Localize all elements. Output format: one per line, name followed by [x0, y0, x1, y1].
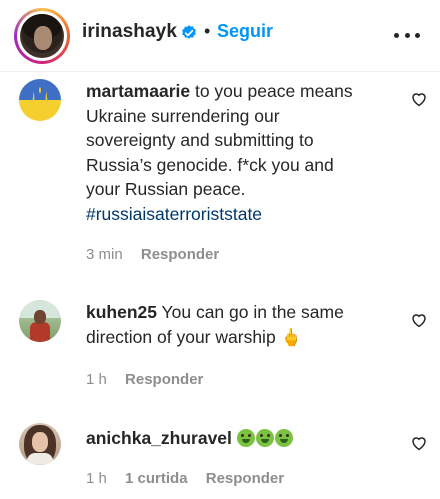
- heart-outline-icon[interactable]: [410, 434, 428, 452]
- comment-text: Ukraine surrendering our: [86, 105, 280, 126]
- more-options-icon[interactable]: [392, 20, 422, 50]
- comment-text: to you peace means: [190, 81, 353, 101]
- comment-text: direction of your warship: [86, 326, 281, 347]
- follow-button[interactable]: Seguir: [217, 21, 273, 42]
- post-header: irinashayk • Seguir: [0, 0, 440, 72]
- commenter-avatar[interactable]: [19, 423, 61, 465]
- middle-finger-emoji: 🖕: [280, 327, 302, 348]
- comment-meta: 1 h Responder: [86, 371, 203, 388]
- reply-button[interactable]: Responder: [206, 470, 284, 487]
- comment-time: 3 min: [86, 246, 123, 263]
- profile-photo: [20, 14, 64, 58]
- comment-text: your Russian peace.: [86, 179, 246, 199]
- heart-outline-icon[interactable]: [410, 90, 428, 108]
- reply-button[interactable]: Responder: [141, 246, 219, 263]
- comment-body: martamaarie to you peace means Ukraine s…: [86, 79, 353, 226]
- header-separator: •: [204, 21, 211, 41]
- hashtag-link[interactable]: #russiaisaterroriststate: [86, 202, 353, 227]
- profile-username[interactable]: irinashayk: [82, 21, 177, 43]
- comment-text: Russia’s genocide. f*ck you and: [86, 154, 334, 175]
- comment-body: anichka_zhuravel 🤮🤮🤮: [86, 426, 294, 452]
- comment-text: You can go in the same: [157, 302, 344, 322]
- comment-meta: 3 min Responder: [86, 246, 219, 263]
- comment-text: sovereignty and submitting to: [86, 130, 314, 150]
- comment-meta: 1 h 1 curtida Responder: [86, 470, 284, 487]
- verified-badge-icon: [182, 25, 196, 39]
- comment-time: 1 h: [86, 371, 107, 388]
- vomiting-face-emoji: 🤮🤮🤮: [236, 429, 294, 449]
- comment-body: kuhen25 You can go in the same direction…: [86, 300, 344, 350]
- comment-author[interactable]: anichka_zhuravel: [86, 428, 232, 448]
- heart-outline-icon[interactable]: [410, 311, 428, 329]
- likes-count[interactable]: 1 curtida: [125, 470, 188, 487]
- commenter-avatar[interactable]: [19, 300, 61, 342]
- profile-avatar[interactable]: [14, 8, 70, 64]
- commenter-avatar[interactable]: [19, 79, 61, 121]
- ukraine-trident-icon: [31, 87, 49, 109]
- reply-button[interactable]: Responder: [125, 371, 203, 388]
- comment-author[interactable]: kuhen25: [86, 302, 157, 322]
- comment-author[interactable]: martamaarie: [86, 81, 190, 101]
- comment-time: 1 h: [86, 470, 107, 487]
